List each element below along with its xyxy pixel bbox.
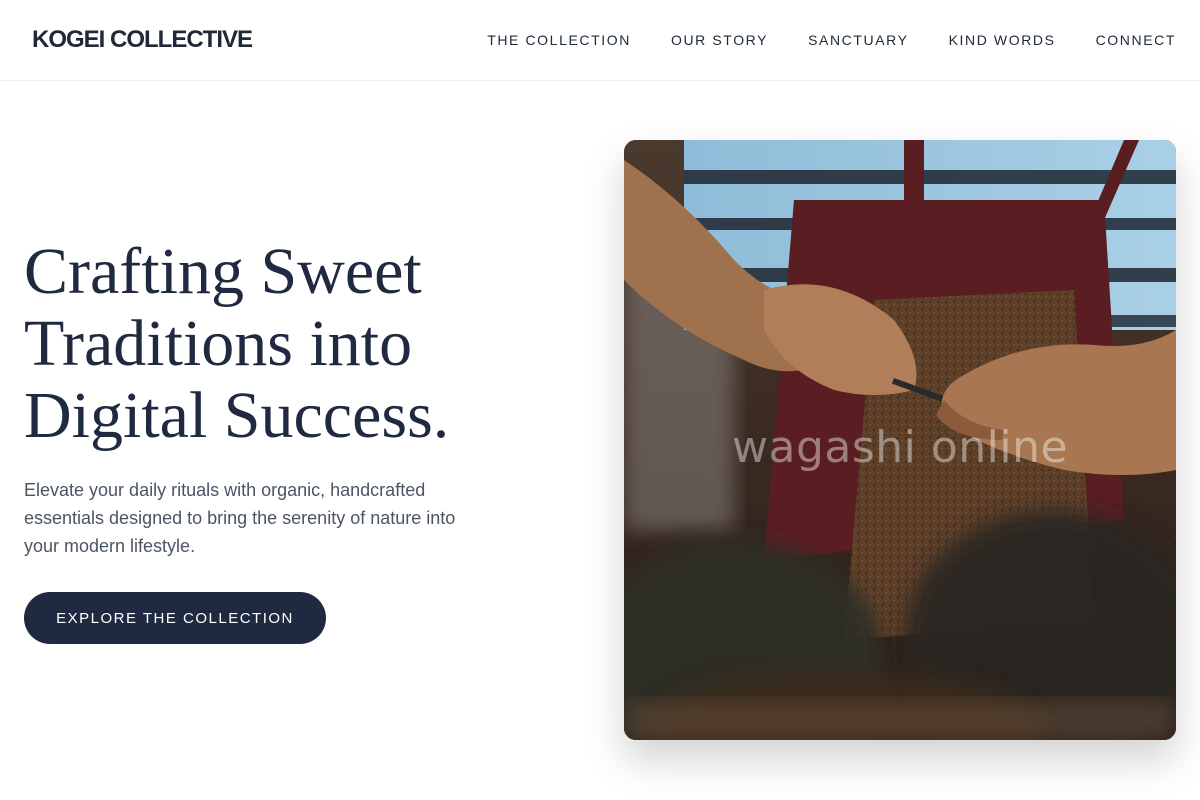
nav-item-our-story[interactable]: OUR STORY <box>671 31 768 49</box>
brand-logo[interactable]: KOGEI COLLECTIVE <box>32 26 253 54</box>
nav-item-sanctuary[interactable]: SANCTUARY <box>808 31 909 49</box>
main-nav: THE COLLECTION OUR STORY SANCTUARY KIND … <box>487 31 1176 49</box>
watermark-text: wagashi online <box>732 422 1069 473</box>
nav-item-connect[interactable]: CONNECT <box>1096 31 1176 49</box>
hero-image: wagashi online <box>624 140 1176 740</box>
nav-item-collection[interactable]: THE COLLECTION <box>487 31 631 49</box>
site-header: KOGEI COLLECTIVE THE COLLECTION OUR STOR… <box>0 0 1200 81</box>
nav-item-kind-words[interactable]: KIND WORDS <box>949 31 1056 49</box>
explore-collection-button[interactable]: EXPLORE THE COLLECTION <box>24 592 326 644</box>
hero-title: Crafting Sweet Traditions into Digital S… <box>24 235 450 452</box>
hero-subtitle: Elevate your daily rituals with organic,… <box>24 480 456 556</box>
